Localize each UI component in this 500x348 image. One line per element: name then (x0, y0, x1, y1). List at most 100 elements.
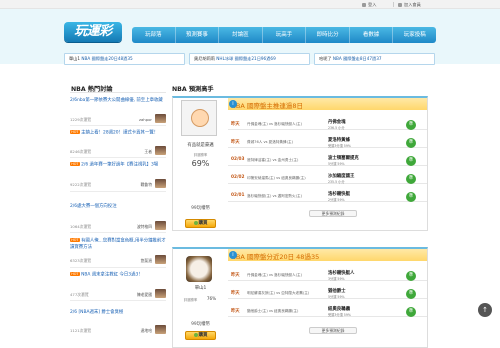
prediction-row[interactable]: 02/02 印第安納溜馬(主) vs 紐奧良鵜鶘(主) 沙加緬度國王 235.5… (228, 172, 427, 184)
result-badge: 準 (406, 138, 416, 148)
discussion-title[interactable]: 2/6 [NBA週末] 爵士會臭極 (70, 310, 123, 315)
cat-avatar-icon (191, 109, 209, 127)
result-badge: 準 (406, 156, 416, 166)
result-badge: 準 (406, 192, 416, 202)
hot-badge: HOT (70, 238, 80, 243)
arrow-up-icon: ↑ (482, 306, 488, 314)
promo-banner[interactable]: 奧尼胡莉莉 NHL冰球 國際盤走21日96過69 (189, 53, 310, 65)
nav-item-predictions[interactable]: 預測賽事 (176, 27, 220, 43)
nav-item-livescore[interactable]: 即時比分 (306, 27, 350, 43)
list-item[interactable]: HOT 有國人俺...您賽對當盒色概,用半分鐘推前才讀寶賽方法 6323次瀏覽 … (70, 238, 166, 268)
coin-icon (193, 332, 198, 337)
author-name[interactable]: 王者 (144, 149, 152, 155)
avatar[interactable] (186, 256, 212, 282)
card-title[interactable]: NBA 國際盤分近20日 48過35 (231, 251, 319, 261)
discussion-title[interactable]: 主鎮上看！28週20！謹式卡貢其一覽！ (81, 131, 158, 136)
match-name: 明尼蘇達灰狼(主) vs 亞特蘭大老鷹(主) (247, 291, 310, 295)
nav-item-stats[interactable]: 看數據 (350, 27, 394, 43)
avatar[interactable] (155, 325, 166, 334)
prediction-row[interactable]: 02/01 洛杉磯快艇(主) vs 邁阿密熱火(主) 洛杉磯快艇 2分讓 59%… (228, 190, 427, 202)
list-item[interactable]: 2/6處大賽一個方向投注 1064次瀏覽 波特格四 (70, 204, 166, 233)
list-item[interactable]: HOT 2/6 過年賽一筆好過年【賽注視乳】3場 9222次瀏覽 戰魯特 (70, 162, 166, 192)
divider (70, 125, 166, 126)
more-records-button[interactable]: 更多預測紀錄 (309, 210, 357, 217)
match-name: 丹佛金塊(主) vs 洛杉磯快艇人(主) (247, 122, 303, 126)
author-name[interactable]: 陳老愛國 (137, 292, 152, 298)
prediction-row[interactable]: 昨天 猶他爵士(主) vs 紐奧良鵜鶘(主) 紐奧良鵜鶘 受讓3分讓 59% 準 (228, 305, 427, 317)
register-link[interactable]: 加入會員 (398, 2, 421, 8)
author-name[interactable]: 戰魯特 (141, 182, 152, 188)
author-name[interactable]: 達地哈 (141, 328, 152, 334)
pick-detail: 2分讓 59% (328, 198, 345, 202)
divider (70, 300, 166, 301)
discussion-title[interactable]: 有國人俺...您賽對當盒色概,用半分鐘推前才讀寶賽方法 (70, 239, 166, 250)
discussion-title[interactable]: 2/6nba第一節依賽大公開曲線優, 前至上章收藏 (70, 98, 163, 103)
pick-detail: 5分讓 59% (328, 162, 345, 166)
promo-banner[interactable]: 單山1 NBA 國際盤走20日48過35 (64, 53, 185, 65)
prediction-date: 02/02 (231, 175, 245, 180)
divider (70, 191, 166, 192)
expert-profile: 有品就是豪邁 評選勝率 69% 99玩權幣 購買 (173, 98, 228, 230)
avatar[interactable] (155, 221, 166, 230)
info-icon: i (229, 251, 237, 259)
result-badge: 準 (406, 174, 416, 184)
login-link[interactable]: 登入 (362, 2, 376, 8)
avatar[interactable] (155, 179, 166, 188)
buy-button[interactable]: 購買 (185, 331, 216, 340)
card-header: NBA 國際盤分近20日 48過35 (228, 249, 427, 261)
discussion-title[interactable]: NBA 週末拿注教紅 今日3過3！ (81, 273, 143, 278)
avatar[interactable] (155, 146, 166, 155)
prediction-date: 昨天 (231, 122, 240, 127)
result-badge: 準 (406, 289, 416, 299)
pick-detail: 受讓3分讓 59% (328, 313, 351, 317)
divider (70, 267, 166, 268)
result-badge: 準 (406, 271, 416, 281)
list-item[interactable]: HOT 主鎮上看！28週20！謹式卡貢其一覽！ 8246次瀏覽 王者 (70, 130, 166, 158)
win-rate: 69% (191, 159, 210, 168)
prediction-row[interactable]: 昨天 丹佛金塊(主) vs 洛杉磯快艇人(主) 丹佛金塊 236.5 小分 準 (228, 118, 427, 130)
list-item[interactable]: HOT NBA 週末拿注教紅 今日3過3！ 477次瀏覽 陳老愛國 (70, 272, 166, 301)
avatar[interactable] (181, 100, 217, 136)
promo-banner[interactable]: 哈呢了 NBA 國際盤走8日47過37 (314, 53, 435, 65)
prediction-date: 昨天 (231, 140, 240, 145)
list-item[interactable]: 2/6 [NBA週末] 爵士會臭極 1121次瀏覽 達地哈 (70, 310, 166, 336)
prediction-row[interactable]: 昨天 費城76人 vs 夏洛特黃蜂(主) 夏洛特黃蜂 受讓3分讓 59% 準 (228, 136, 427, 148)
price: 99玩權幣 (191, 322, 210, 327)
author-name[interactable]: 波特格四 (137, 224, 152, 230)
discussion-title[interactable]: 2/6處大賽一個方向投注 (70, 204, 117, 209)
coin-icon (193, 220, 198, 225)
main-nav: 玩部落 預測賽事 討論區 玩高手 即時比分 看數據 玩家投稿 (132, 27, 436, 43)
view-count: 1064次瀏覽 (70, 224, 92, 229)
pick-detail: 5分讓 59% (328, 295, 345, 299)
divider (70, 157, 166, 158)
hot-discussions-list: 2/6nba第一節依賽大公開曲線優, 前至上章收藏 1229次瀏覽 zahpor… (70, 92, 166, 348)
prediction-row[interactable]: 昨天 明尼蘇達灰狼(主) vs 亞特蘭大老鷹(主) 猶他爵士 5分讓 59% 準 (228, 287, 427, 299)
expert-name[interactable]: 有品就是豪邁 (173, 142, 228, 148)
avatar[interactable] (155, 255, 166, 264)
discussion-title[interactable]: 2/6 過年賽一筆好過年【賽注視乳】3場 (81, 163, 158, 168)
site-logo[interactable]: 玩運彩 (64, 22, 122, 42)
avatar[interactable] (155, 114, 166, 123)
nav-item-experts[interactable]: 玩高手 (263, 27, 307, 43)
pick-detail: 236.5 小分 (328, 126, 345, 130)
card-title[interactable]: NBA 國際盤主推連過8日 (231, 100, 303, 110)
list-item[interactable]: 2/6nba第一節依賽大公開曲線優, 前至上章收藏 1229次瀏覽 zahpor (70, 98, 166, 126)
nav-item-forum[interactable]: 討論區 (219, 27, 263, 43)
author-name[interactable]: 悠斐過 (141, 258, 152, 264)
prediction-row[interactable]: 02/03 底特律活塞(主) vs 金州勇士(主) 波士頓塞爾提克 5分讓 59… (228, 154, 427, 166)
result-badge: 準 (406, 307, 416, 317)
author-name[interactable]: zahpor (139, 117, 152, 122)
prediction-date: 昨天 (231, 273, 240, 278)
scroll-to-top-button[interactable]: ↑ (478, 303, 492, 317)
more-records-button[interactable]: 更多預測紀錄 (309, 327, 357, 334)
expert-name[interactable]: 單山1 (173, 285, 228, 291)
match-name: 猶他爵士(主) vs 紐奧良鵜鶘(主) (247, 309, 299, 313)
match-name: 費城76人 vs 夏洛特黃蜂(主) (247, 140, 294, 144)
nav-item-submissions[interactable]: 玩家投稿 (393, 27, 436, 43)
prediction-date: 02/03 (231, 157, 245, 162)
top-bar: 登入 加入會員 (0, 0, 500, 9)
nav-item-blog[interactable]: 玩部落 (132, 27, 176, 43)
buy-button[interactable]: 購買 (185, 219, 216, 228)
prediction-row[interactable]: 昨天 丹佛金塊(主) vs 洛杉磯快艇人(主) 洛杉磯快艇人 3分讓 59% 準 (228, 269, 427, 281)
hot-badge: HOT (70, 162, 80, 167)
